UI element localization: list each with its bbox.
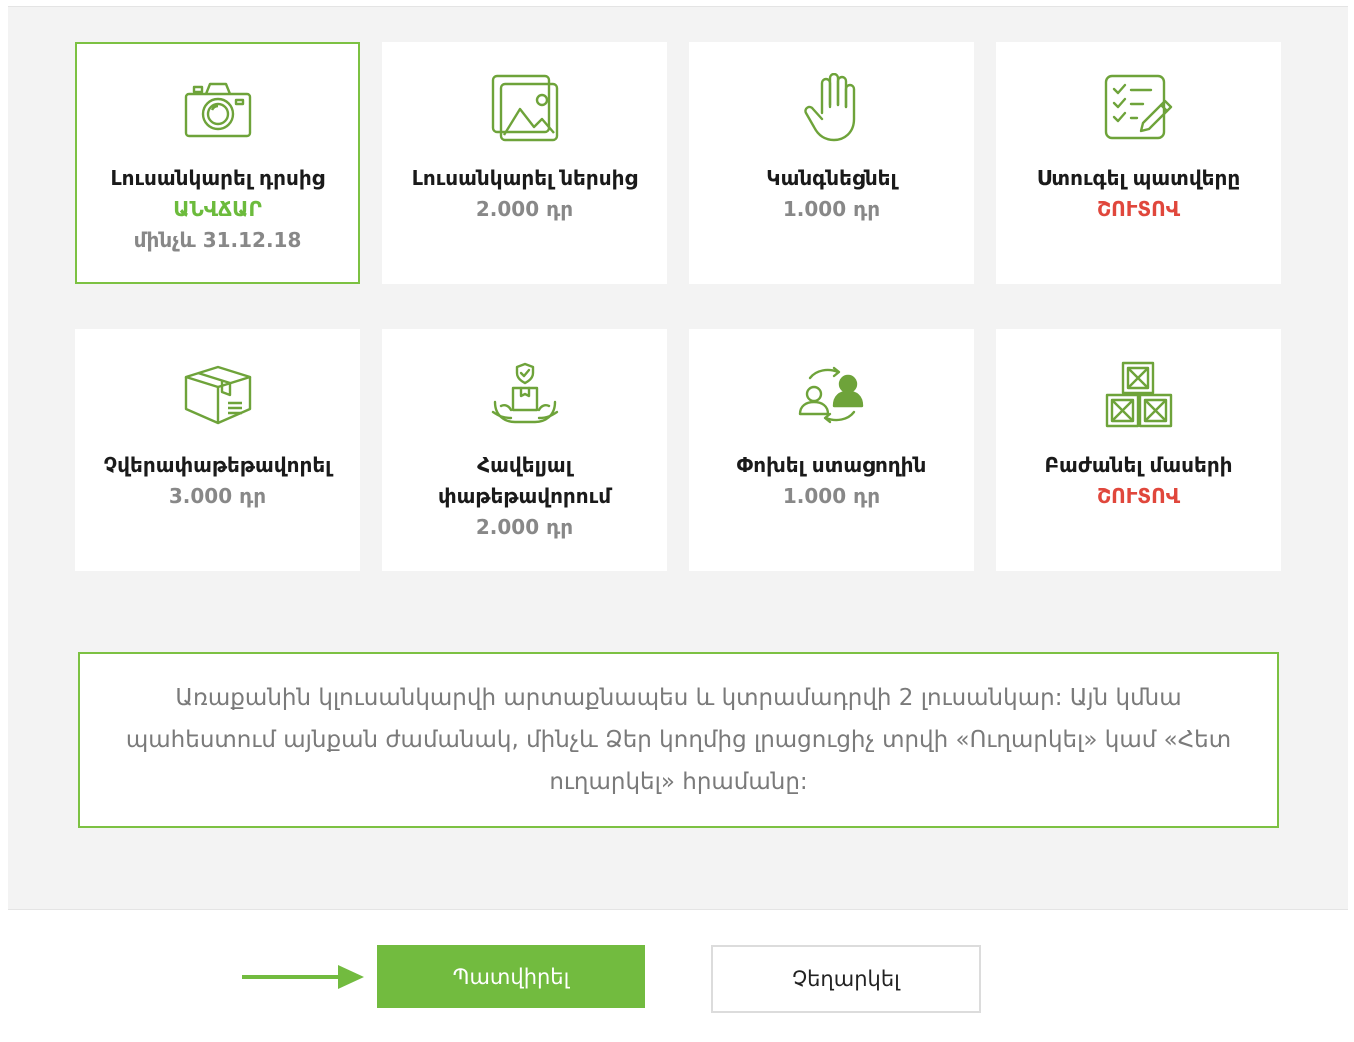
service-price-free: ԱՆՎՃԱՐ [173,197,262,221]
service-no-repack[interactable]: Չվերափաթեթավորել 3.000 դր [75,329,360,571]
service-soon-label: ՇՈՒՏՈՎ [1096,484,1181,508]
crates-icon [996,359,1281,431]
service-price: 1.000 դր [782,197,881,221]
package-protect-icon [382,359,667,431]
hand-stop-icon [689,72,974,144]
camera-icon [77,72,358,144]
cancel-button[interactable]: Չեղարկել [711,945,981,1013]
checklist-icon [996,72,1281,144]
service-title: Լուսանկարել դրսից [110,166,325,190]
service-description-text: Առաքանին կլուսանկարվի արտաքնապես և կտրամ… [125,685,1232,795]
box-icon [75,359,360,431]
service-title: Կանգնեցնել [766,166,897,190]
service-stop[interactable]: Կանգնեցնել 1.000 դր [689,42,974,284]
service-title: Բաժանել մասերի [1044,453,1233,477]
service-photo-inside[interactable]: Լուսանկարել ներսից 2.000 դր [382,42,667,284]
service-photo-outside[interactable]: Լուսանկարել դրսից ԱՆՎՃԱՐ մինչև 31.12.18 [75,42,360,284]
service-price: 2.000 դր [475,515,574,539]
service-price: 3.000 դր [168,484,267,508]
service-validity: մինչև 31.12.18 [133,228,302,252]
service-change-recipient[interactable]: Փոխել ստացողին 1.000 դր [689,329,974,571]
service-title: Լուսանկարել ներսից [411,166,638,190]
service-price: 2.000 դր [475,197,574,221]
change-recipient-icon [689,359,974,431]
service-title: Հավելյալ փաթեթավորում [437,453,612,508]
service-soon-label: ՇՈՒՏՈՎ [1096,197,1181,221]
service-extra-packing[interactable]: Հավելյալ փաթեթավորում 2.000 դր [382,329,667,571]
service-title: Ստուգել պատվերը [1036,166,1241,190]
service-check-order[interactable]: Ստուգել պատվերը ՇՈՒՏՈՎ [996,42,1281,284]
arrow-right-icon [242,962,366,992]
service-split-parts[interactable]: Բաժանել մասերի ՇՈՒՏՈՎ [996,329,1281,571]
service-title: Փոխել ստացողին [736,453,927,477]
service-title: Չվերափաթեթավորել [103,453,332,477]
image-icon [382,72,667,144]
service-description-box: Առաքանին կլուսանկարվի արտաքնապես և կտրամ… [78,652,1279,828]
order-button[interactable]: Պատվիրել [377,945,645,1008]
service-price: 1.000 դր [782,484,881,508]
